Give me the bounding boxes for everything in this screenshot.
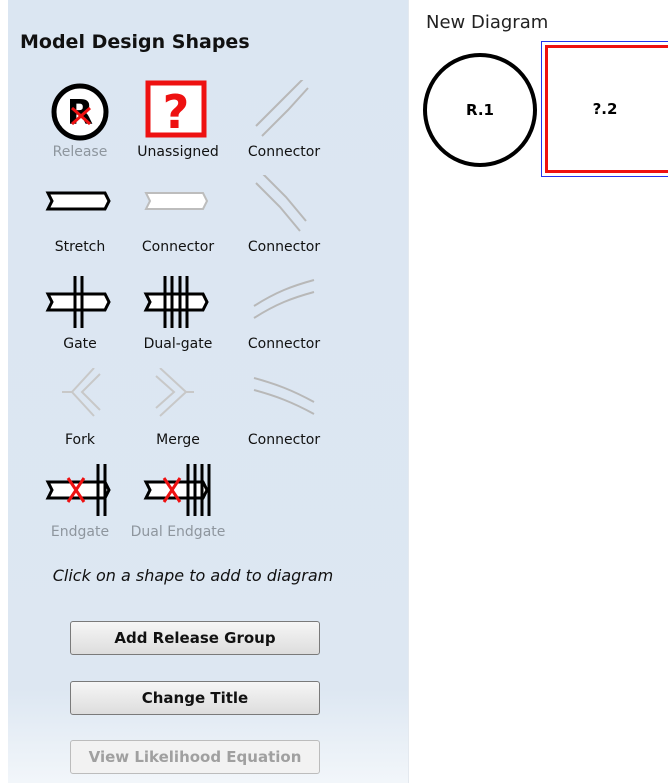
shape-connector-4[interactable]: Connector — [236, 272, 332, 362]
shape-connector-3[interactable]: Connector — [236, 175, 332, 265]
shape-merge[interactable]: Merge — [130, 368, 226, 458]
dual-endgate-icon — [143, 464, 211, 516]
view-likelihood-equation-button[interactable]: View Likelihood Equation — [70, 740, 320, 774]
shape-label: Endgate — [50, 524, 110, 540]
diagram-title[interactable]: New Diagram — [426, 12, 548, 33]
shape-endgate[interactable]: Endgate — [32, 460, 128, 550]
change-title-button[interactable]: Change Title — [70, 681, 320, 715]
question-mark-icon: ? — [145, 80, 207, 139]
shape-connector-2[interactable]: Connector — [130, 175, 226, 265]
connector-curve-down-icon — [253, 377, 315, 415]
shape-fork[interactable]: Fork — [32, 368, 128, 458]
connector-diagonal-up-icon — [255, 80, 309, 137]
shape-label: Connector — [247, 144, 321, 160]
shape-gate[interactable]: Gate — [32, 272, 128, 362]
node-label: ?.2 — [592, 100, 618, 118]
release-icon: R — [51, 83, 109, 141]
node-label: R.1 — [466, 101, 494, 119]
svg-text:?: ? — [163, 85, 190, 139]
shape-label: Connector — [247, 432, 321, 448]
shape-dual-endgate[interactable]: Dual Endgate — [130, 460, 226, 550]
shape-dual-gate[interactable]: Dual-gate — [130, 272, 226, 362]
panel-title: Model Design Shapes — [20, 31, 250, 53]
connector-straight-icon — [144, 192, 209, 210]
shape-label: Dual Endgate — [130, 524, 226, 540]
stretch-icon — [45, 191, 111, 211]
shape-label: Dual-gate — [143, 336, 213, 352]
shape-connector-1[interactable]: Connector — [236, 80, 332, 170]
connector-curve-up-icon — [253, 279, 315, 319]
diagram-canvas[interactable]: R.1 ?.2 — [418, 40, 668, 200]
add-release-group-button[interactable]: Add Release Group — [70, 621, 320, 655]
shape-label: Fork — [65, 432, 95, 448]
hint-text: Click on a shape to add to diagram — [52, 566, 334, 585]
shape-label: Unassigned — [137, 144, 219, 160]
merge-icon — [155, 368, 194, 417]
shape-label: Merge — [156, 432, 200, 448]
connector-diagonal-down-icon — [255, 175, 307, 232]
shape-unassigned[interactable]: ? Unassigned — [130, 80, 226, 170]
shape-label: Connector — [247, 336, 321, 352]
shape-label: Gate — [63, 336, 97, 352]
svg-text:R: R — [67, 93, 93, 133]
fork-icon — [62, 368, 101, 417]
diagram-node-release[interactable]: R.1 — [423, 53, 537, 167]
shape-release[interactable]: R Release — [32, 80, 128, 170]
shape-label: Connector — [141, 239, 215, 255]
shape-stretch[interactable]: Stretch — [32, 175, 128, 265]
diagram-node-unassigned[interactable]: ?.2 — [545, 45, 668, 173]
shape-label: Stretch — [54, 239, 106, 255]
shape-label: Release — [52, 144, 108, 160]
endgate-icon — [45, 464, 111, 516]
gate-icon — [45, 276, 111, 328]
dual-gate-icon — [143, 276, 209, 328]
shape-label: Connector — [247, 239, 321, 255]
shape-connector-5[interactable]: Connector — [236, 368, 332, 458]
shapes-panel: Model Design Shapes R Release ? Unassign… — [8, 0, 409, 783]
